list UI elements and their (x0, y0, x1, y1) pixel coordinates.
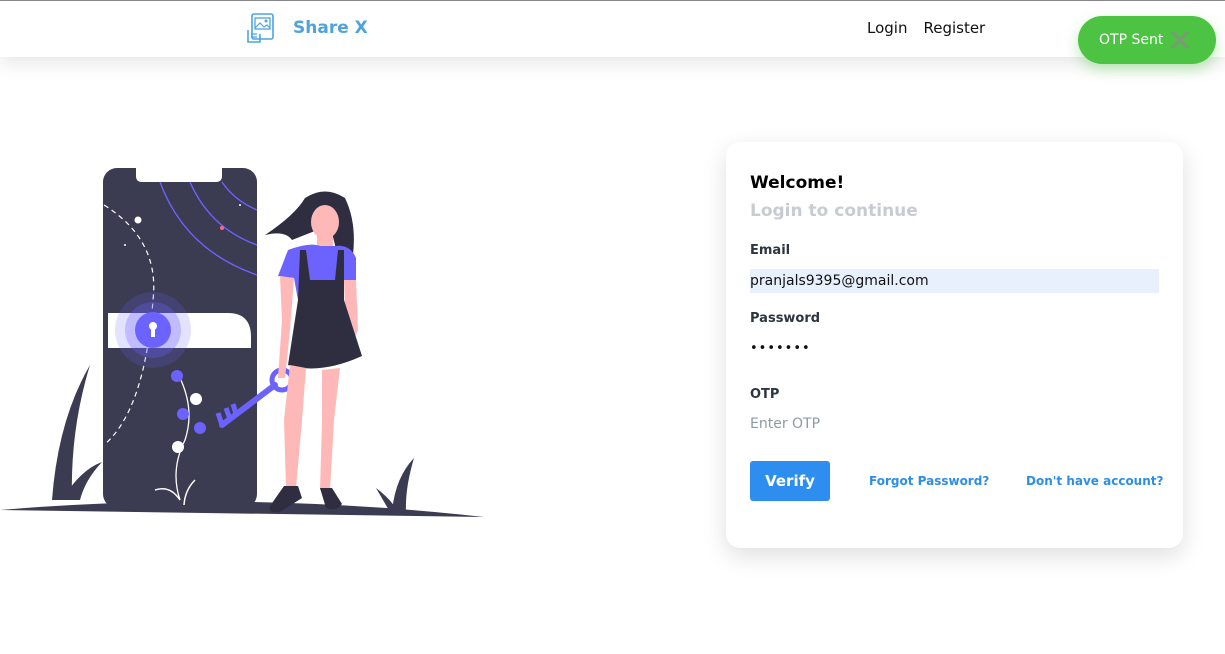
toast-message: OTP Sent (1099, 32, 1164, 48)
person-with-key-and-phone-illustration (0, 168, 484, 517)
nav-login-link[interactable]: Login (867, 19, 907, 37)
brand-home-link[interactable]: Share X (246, 12, 368, 44)
password-field[interactable] (750, 336, 1159, 360)
register-link[interactable]: Don't have account? (1026, 474, 1163, 488)
toast-notification: OTP Sent (1078, 16, 1216, 64)
forgot-password-link[interactable]: Forgot Password? (869, 474, 989, 488)
otp-field[interactable] (750, 412, 1159, 436)
verify-button[interactable]: Verify (750, 461, 830, 501)
password-label: Password (750, 311, 821, 326)
close-icon[interactable] (1169, 29, 1191, 51)
card-subtitle: Login to continue (750, 201, 918, 221)
email-label: Email (750, 243, 791, 258)
image-share-icon (247, 13, 274, 43)
nav-register-link[interactable]: Register (923, 19, 985, 37)
email-field[interactable] (750, 269, 1159, 293)
nav-links: Login Register (867, 19, 985, 37)
brand-name: Share X (293, 18, 368, 38)
login-card: Welcome! Login to continue Email Passwor… (726, 142, 1183, 548)
otp-label: OTP (750, 387, 780, 402)
card-title: Welcome! (750, 173, 845, 193)
navbar: Share X Login Register (0, 1, 1225, 57)
